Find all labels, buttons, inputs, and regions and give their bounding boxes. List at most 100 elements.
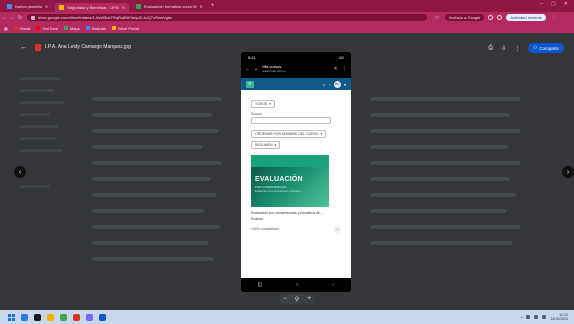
tab-label: Evaluación formativa curso M bbox=[144, 3, 197, 9]
view-dropdown: RESUMEN ▾ bbox=[251, 141, 281, 149]
filter-label: TODOS bbox=[255, 102, 268, 106]
chevron-down-icon: ▾ bbox=[269, 102, 272, 106]
drive-sidebar-item bbox=[20, 185, 50, 188]
phone-share-icon: < bbox=[334, 66, 337, 72]
share-button[interactable]: ⚇ Compartir bbox=[528, 43, 564, 53]
windows-start-icon[interactable] bbox=[8, 313, 15, 321]
reload-icon[interactable]: ↻ bbox=[16, 15, 24, 21]
phone-browser-toolbar: ← ⌄ Mis cursos aulavirtual.edu.co < ⋮ bbox=[241, 62, 351, 76]
previous-file-button[interactable]: ‹ bbox=[14, 166, 26, 178]
drive-file-row bbox=[370, 209, 506, 213]
sort-dropdown: ORDENAR POR NOMBRE DEL CURSO ▾ bbox=[251, 130, 327, 138]
taskbar-app-icon[interactable] bbox=[99, 313, 106, 321]
course-title: Evaluación por competencias y formativa … bbox=[251, 211, 323, 215]
window-controls: – ▢ ✕ bbox=[540, 1, 568, 7]
lock-icon bbox=[31, 15, 35, 20]
minimize-icon[interactable]: – bbox=[540, 1, 543, 7]
drive-file-row bbox=[92, 177, 210, 181]
search-label: Buscar bbox=[251, 112, 262, 116]
drive-file-row bbox=[92, 129, 218, 133]
drive-file-row bbox=[92, 241, 208, 245]
zoom-icon[interactable]: ⚲ bbox=[295, 296, 299, 303]
sort-label: ORDENAR POR NOMBRE DEL CURSO bbox=[255, 132, 319, 136]
zoom-out-icon[interactable]: − bbox=[283, 296, 287, 302]
browser-tab-2[interactable]: Seguridad y Bienestar - UPN ✕ bbox=[55, 3, 129, 12]
drive-sidebar-item bbox=[20, 149, 62, 152]
next-file-button[interactable]: › bbox=[562, 166, 574, 178]
guest-button[interactable]: Invitado a Google bbox=[445, 14, 485, 21]
bookmark-item[interactable]: Maps bbox=[63, 25, 80, 31]
system-clock[interactable]: 12:22 14/10/2024 bbox=[550, 313, 568, 321]
drive-sidebar-item bbox=[20, 89, 54, 92]
tab-favicon-icon bbox=[7, 3, 12, 9]
bookmark-label: Maps bbox=[69, 25, 80, 31]
image-file-icon bbox=[35, 43, 41, 51]
back-icon[interactable]: ← bbox=[0, 15, 8, 21]
url-text: drive.google.com/drive/folders/1-9aW8ckT… bbox=[38, 15, 173, 20]
taskbar-app-icon[interactable] bbox=[60, 313, 67, 321]
bookmark-label: Drive Portal bbox=[117, 25, 139, 31]
network-icon[interactable] bbox=[526, 315, 531, 319]
download-icon[interactable]: ⇩ bbox=[501, 45, 506, 52]
taskbar-app-icon[interactable] bbox=[21, 313, 28, 321]
bookmark-icon bbox=[36, 26, 41, 30]
maximize-icon[interactable]: ▢ bbox=[551, 1, 556, 7]
phone-menu-icon: ⋮ bbox=[342, 66, 347, 72]
more-options-icon[interactable]: ⋮ bbox=[514, 45, 520, 52]
phone-page-url: aulavirtual.edu.co bbox=[262, 69, 286, 73]
recent-apps-icon: ||| bbox=[257, 282, 262, 288]
windows-taskbar: ^ 12:22 14/10/2024 bbox=[0, 310, 574, 324]
drive-file-row bbox=[92, 97, 222, 101]
drive-file-row bbox=[92, 113, 212, 117]
zoom-in-icon[interactable]: + bbox=[307, 296, 311, 302]
tab-label: Seguridad y Bienestar - UPN bbox=[67, 5, 119, 10]
close-tab-icon[interactable]: ✕ bbox=[199, 4, 202, 9]
bookmark-icon bbox=[111, 26, 116, 30]
close-window-icon[interactable]: ✕ bbox=[564, 1, 568, 7]
close-tab-icon[interactable]: ✕ bbox=[45, 4, 48, 9]
chevron-down-icon: ▾ bbox=[274, 143, 277, 147]
bookmark-item[interactable]: Gmail bbox=[13, 25, 31, 31]
taskbar-app-icon[interactable] bbox=[73, 313, 80, 321]
bookmark-label: Gmail bbox=[19, 25, 31, 31]
back-nav-icon: ‹ bbox=[332, 282, 335, 288]
star-icon[interactable]: ☆ bbox=[433, 15, 441, 21]
taskbar-app-icon[interactable] bbox=[86, 313, 93, 321]
share-label: Compartir bbox=[539, 45, 559, 51]
preview-file-name: I.P.A. Ana Leidy Camargo Marquez.jpg bbox=[45, 44, 131, 50]
drive-sidebar-item bbox=[20, 77, 60, 80]
progress-label: 100% completado bbox=[251, 227, 280, 231]
hamburger-icon: ≡ bbox=[246, 80, 254, 88]
browser-tab-1[interactable]: Nueva pestaña ✕ bbox=[3, 2, 52, 11]
bookmarks-bar: ▦ Gmail YouTube Maps Noticias Drive Port… bbox=[0, 23, 574, 33]
bookmark-icon bbox=[63, 26, 68, 30]
drive-sidebar-item bbox=[20, 125, 58, 128]
drive-sidebar-item bbox=[20, 101, 64, 104]
chevron-up-icon[interactable]: ^ bbox=[521, 315, 523, 320]
zoom-controls: − ⚲ + bbox=[279, 294, 315, 304]
volume-icon[interactable] bbox=[534, 315, 539, 319]
downloads-icon[interactable] bbox=[497, 15, 503, 20]
menu-icon[interactable]: ⋮ bbox=[550, 15, 558, 21]
browser-tab-3[interactable]: Evaluación formativa curso M ✕ bbox=[132, 2, 207, 11]
url-field[interactable]: drive.google.com/drive/folders/1-9aW8ckT… bbox=[27, 14, 427, 21]
profile-button[interactable]: Actividad reciente bbox=[506, 14, 546, 21]
taskbar-app-icon[interactable] bbox=[34, 313, 41, 321]
print-icon[interactable]: ⎙ bbox=[488, 45, 493, 52]
forward-icon[interactable]: → bbox=[8, 15, 16, 21]
new-tab-icon[interactable]: + bbox=[211, 3, 215, 9]
battery-icon[interactable] bbox=[542, 315, 547, 319]
taskbar-app-icon[interactable] bbox=[47, 313, 54, 321]
close-tab-icon[interactable]: ✕ bbox=[122, 5, 125, 10]
extensions-icon[interactable] bbox=[488, 15, 494, 20]
phone-back-icon: ← bbox=[245, 66, 250, 72]
bookmark-item[interactable]: Drive Portal bbox=[111, 25, 139, 31]
apps-icon[interactable]: ▦ bbox=[4, 26, 8, 31]
course-image-subtitle: POR COMPETENCIAS bbox=[255, 185, 287, 189]
bookmark-item[interactable]: Noticias bbox=[85, 26, 106, 31]
bookmark-item[interactable]: YouTube bbox=[36, 26, 58, 31]
close-preview-icon[interactable]: ← bbox=[20, 44, 27, 51]
share-icon: ⚇ bbox=[533, 45, 538, 50]
bookmark-label: YouTube bbox=[42, 25, 58, 31]
chat-icon: ◌ bbox=[328, 81, 331, 87]
